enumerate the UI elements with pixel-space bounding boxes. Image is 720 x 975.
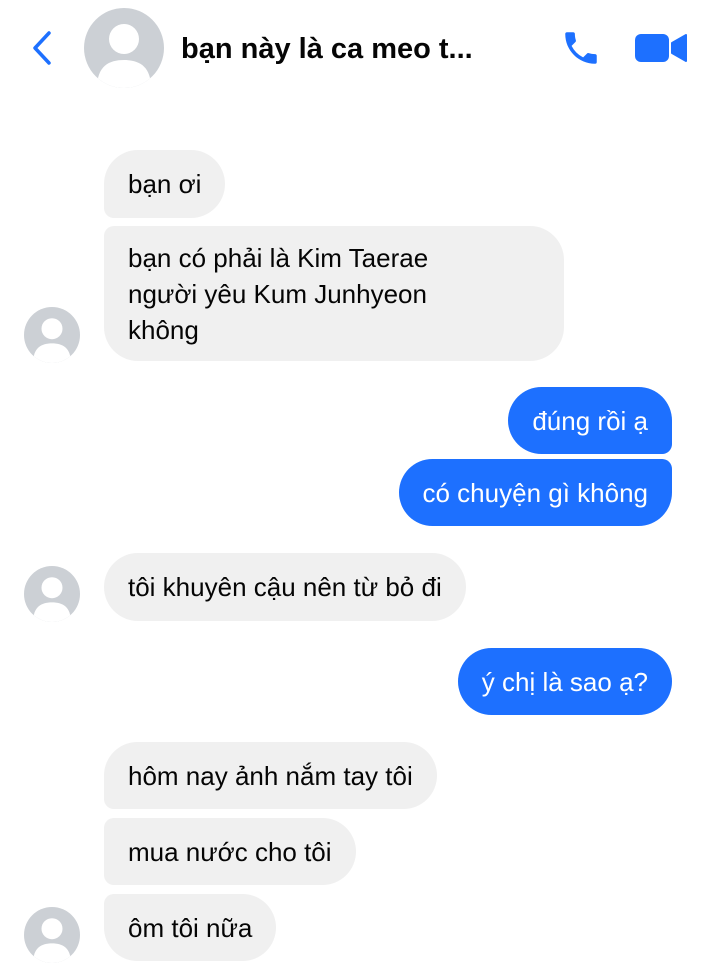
message-bubble-incoming[interactable]: bạn ơi [104, 150, 226, 218]
message-bubble-incoming[interactable]: mua nước cho tôi [104, 818, 356, 885]
sender-avatar[interactable] [24, 566, 80, 622]
message-text: có chuyện gì không [422, 478, 649, 508]
person-placeholder-icon [33, 918, 71, 963]
person-placeholder-icon [33, 577, 71, 622]
contact-avatar[interactable] [84, 8, 164, 88]
chevron-left-icon [33, 31, 51, 65]
back-button[interactable] [26, 28, 58, 68]
sender-avatar[interactable] [24, 307, 80, 363]
message-text: hôm nay ảnh nắm tay tôi [128, 761, 413, 791]
message-bubble-incoming[interactable]: ôm tôi nữa [104, 894, 277, 961]
message-text: ôm tôi nữa [128, 913, 253, 943]
video-camera-icon [635, 34, 687, 62]
person-placeholder-icon [97, 24, 151, 88]
message-text-line: không [128, 315, 199, 345]
message-text: bạn ơi [128, 169, 202, 199]
message-bubble-outgoing[interactable]: có chuyện gì không [398, 459, 672, 526]
audio-call-button[interactable] [558, 25, 604, 71]
message-bubble-outgoing[interactable]: đúng rồi ạ [508, 387, 672, 454]
sender-avatar[interactable] [24, 907, 80, 963]
chat-header: bạn này là ca meo t... [0, 0, 720, 96]
message-text: tôi khuyên cậu nên từ bỏ đi [128, 572, 442, 602]
message-text: đúng rồi ạ [532, 406, 648, 436]
message-text: ý chị là sao ạ? [481, 667, 648, 697]
message-bubble-outgoing[interactable]: ý chị là sao ạ? [457, 648, 672, 715]
conversation-title[interactable]: bạn này là ca meo t... [181, 30, 526, 68]
person-placeholder-icon [33, 318, 71, 363]
message-bubble-incoming[interactable]: hôm nay ảnh nắm tay tôi [104, 742, 437, 809]
message-text: mua nước cho tôi [128, 837, 332, 867]
video-call-button[interactable] [632, 28, 690, 68]
message-text-line: người yêu Kum Junhyeon [128, 279, 427, 309]
phone-icon [565, 32, 597, 64]
message-bubble-incoming[interactable]: tôi khuyên cậu nên từ bỏ đi [104, 553, 466, 621]
message-bubble-incoming[interactable]: bạn có phải là Kim Taerae người yêu Kum … [104, 226, 564, 361]
message-text-line: bạn có phải là Kim Taerae [128, 243, 429, 273]
